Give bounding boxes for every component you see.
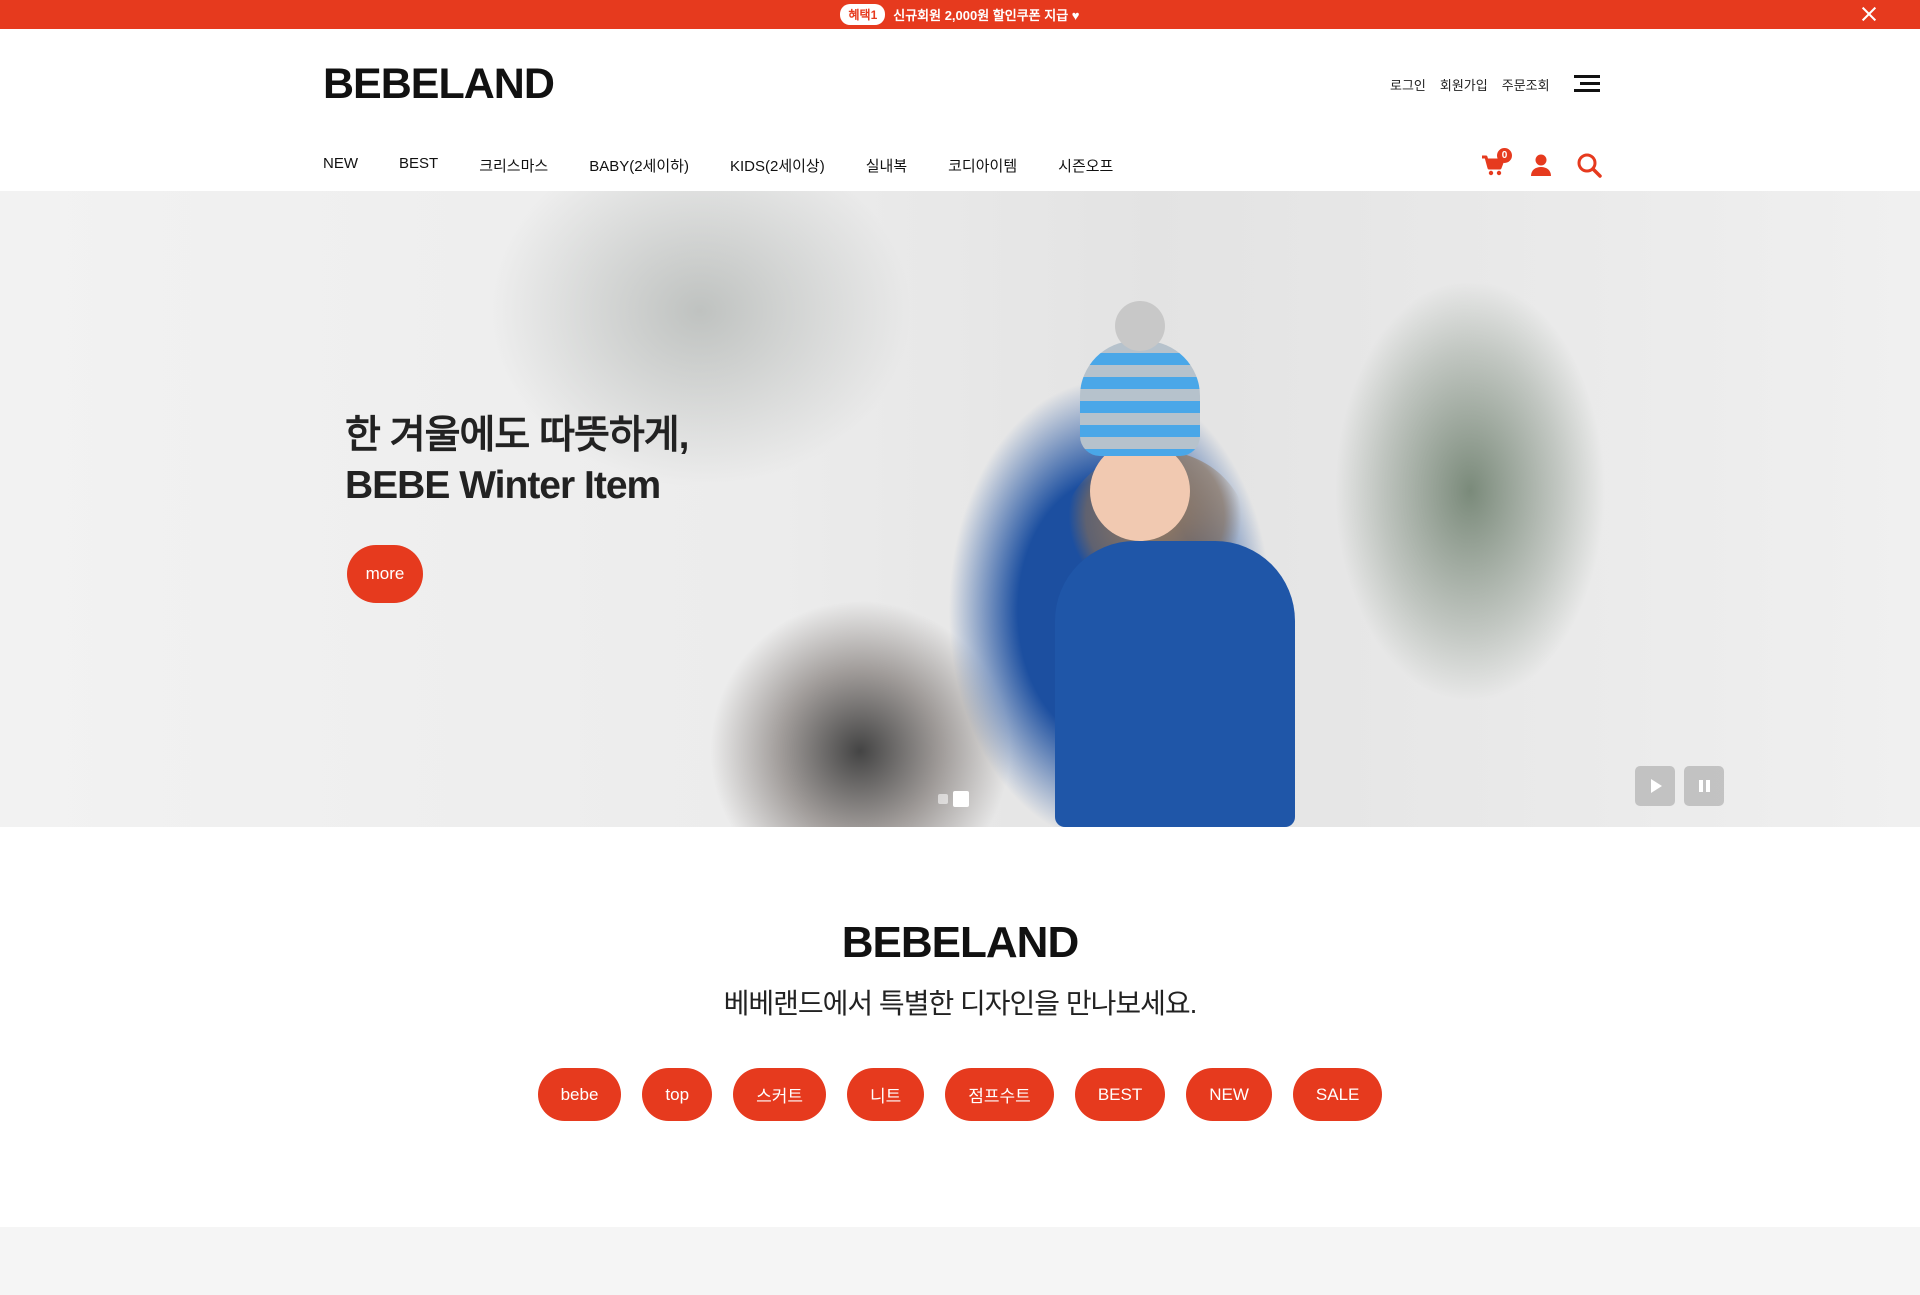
user-icon[interactable]: [1528, 152, 1554, 178]
hero-line-1: 한 겨울에도 따뜻하게,: [345, 414, 689, 457]
order-lookup-link[interactable]: 주문조회: [1502, 75, 1550, 94]
nav-item-best[interactable]: BEST: [399, 155, 438, 176]
nav-item-season-off[interactable]: 시즌오프: [1058, 155, 1113, 176]
brand-title: BEBELAND: [841, 918, 1079, 967]
util-nav: 로그인 회원가입 주문조회: [1390, 75, 1550, 94]
login-link[interactable]: 로그인: [1390, 75, 1426, 94]
tag-sale[interactable]: SALE: [1292, 1068, 1383, 1121]
category-tags: bebe top 스커트 니트 점프수트 BEST NEW SALE: [0, 1068, 1920, 1121]
nav-item-new[interactable]: NEW: [323, 155, 358, 176]
hero-line-2: BEBE Winter Item: [345, 464, 661, 507]
brand-subtitle: 베베랜드에서 특별한 디자인을 만나보세요.: [723, 988, 1198, 1019]
header-icons: 0: [1480, 148, 1602, 178]
promo-badge: 혜택1: [840, 4, 886, 25]
close-icon[interactable]: [1860, 5, 1878, 23]
search-icon[interactable]: [1576, 152, 1602, 178]
play-icon[interactable]: [1635, 766, 1675, 806]
promo-content[interactable]: 혜택1 신규회원 2,000원 할인쿠폰 지급 ♥: [0, 0, 1920, 29]
promo-bar: 혜택1 신규회원 2,000원 할인쿠폰 지급 ♥: [0, 0, 1920, 29]
tag-knit[interactable]: 니트: [846, 1068, 925, 1121]
tag-top[interactable]: top: [642, 1068, 713, 1121]
pause-icon[interactable]: [1684, 766, 1724, 806]
menu-icon[interactable]: [1574, 75, 1600, 93]
tag-new[interactable]: NEW: [1186, 1068, 1272, 1121]
hero-more-button[interactable]: more: [347, 545, 423, 603]
nav-item-coordi[interactable]: 코디아이템: [948, 155, 1017, 176]
nav-item-homewear[interactable]: 실내복: [866, 155, 907, 176]
tag-best[interactable]: BEST: [1074, 1068, 1166, 1121]
cart-icon[interactable]: 0: [1480, 148, 1512, 178]
nav-item-baby[interactable]: BABY(2세이하): [589, 155, 689, 176]
site-logo[interactable]: BEBELAND: [323, 60, 555, 109]
hero-image-child: [1040, 251, 1320, 827]
promo-message: 신규회원 2,000원 할인쿠폰 지급 ♥: [893, 8, 1080, 23]
slide-dot-2[interactable]: [953, 791, 969, 807]
tag-bebe[interactable]: bebe: [537, 1068, 622, 1121]
slider-pagination: [938, 791, 969, 807]
main-nav: NEW BEST 크리스마스 BABY(2세이하) KIDS(2세이상) 실내복…: [323, 155, 1154, 176]
cart-count-badge: 0: [1497, 148, 1512, 163]
slide-dot-1[interactable]: [938, 794, 948, 804]
hero-headline: 한 겨울에도 따뜻하게, BEBE Winter Item: [345, 411, 689, 511]
tag-jumpsuit[interactable]: 점프수트: [945, 1068, 1054, 1121]
signup-link[interactable]: 회원가입: [1440, 75, 1488, 94]
nav-item-kids[interactable]: KIDS(2세이상): [730, 155, 825, 176]
nav-item-christmas[interactable]: 크리스마스: [479, 155, 548, 176]
hero-banner[interactable]: 한 겨울에도 따뜻하게, BEBE Winter Item more: [0, 191, 1920, 827]
tag-skirt[interactable]: 스커트: [733, 1068, 826, 1121]
next-section-strip: [0, 1227, 1920, 1295]
